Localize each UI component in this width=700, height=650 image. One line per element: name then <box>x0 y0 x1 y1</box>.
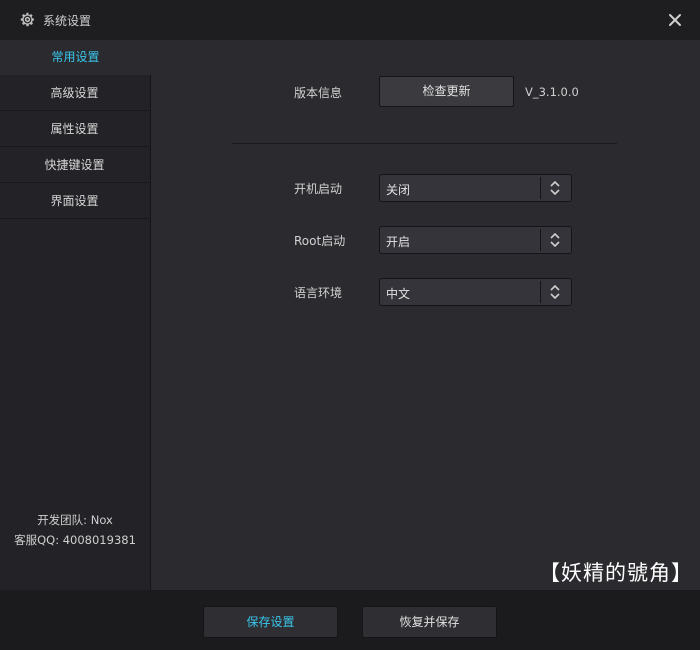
support-qq-text: 客服QQ: 4008019381 <box>14 533 136 547</box>
sidebar-item-label: 高级设置 <box>50 86 99 100</box>
dev-team-text: 开发团队: Nox <box>37 513 113 527</box>
chevron-updown-icon <box>550 232 560 248</box>
boot-start-value: 关闭 <box>386 183 411 197</box>
boot-start-select[interactable]: 关闭 <box>379 174 572 202</box>
root-start-value: 开启 <box>386 235 411 249</box>
watermark-text: 【妖精的號角】 <box>539 561 693 585</box>
sidebar: 常用设置 高级设置 属性设置 快捷键设置 界面设置 开发团队: Nox 客服QQ… <box>0 40 151 590</box>
select-divider <box>540 229 541 251</box>
window-title: 系统设置 <box>43 14 92 28</box>
version-value: V_3.1.0.0 <box>525 85 579 99</box>
sidebar-item-advanced[interactable]: 高级设置 <box>0 76 149 111</box>
title-bar: 系统设置 <box>0 0 700 40</box>
language-label: 语言环境 <box>294 286 343 300</box>
sidebar-item-label: 界面设置 <box>50 194 99 208</box>
sidebar-item-label: 常用设置 <box>51 50 100 64</box>
close-icon[interactable] <box>668 13 682 27</box>
version-info-label: 版本信息 <box>294 86 343 100</box>
sidebar-item-interface[interactable]: 界面设置 <box>0 184 149 219</box>
divider <box>232 143 617 144</box>
gear-icon <box>20 12 35 27</box>
language-value: 中文 <box>386 287 411 301</box>
settings-panel: 版本信息 检查更新 V_3.1.0.0 开机启动 关闭 Root启动 开启 语言… <box>151 40 700 590</box>
boot-start-label: 开机启动 <box>294 182 343 196</box>
sidebar-item-label: 快捷键设置 <box>44 158 105 172</box>
sidebar-item-label: 属性设置 <box>50 122 99 136</box>
language-select[interactable]: 中文 <box>379 278 572 306</box>
sidebar-item-shortcuts[interactable]: 快捷键设置 <box>0 148 149 183</box>
select-divider <box>540 281 541 303</box>
chevron-updown-icon <box>550 284 560 300</box>
sidebar-item-properties[interactable]: 属性设置 <box>0 112 149 147</box>
footer-bar: 保存设置 恢复并保存 <box>0 590 700 650</box>
select-divider <box>540 177 541 199</box>
check-update-button[interactable]: 检查更新 <box>379 76 514 107</box>
sidebar-item-general[interactable]: 常用设置 <box>0 40 151 75</box>
save-settings-button[interactable]: 保存设置 <box>203 606 338 638</box>
chevron-updown-icon <box>550 180 560 196</box>
restore-and-save-button[interactable]: 恢复并保存 <box>362 606 497 638</box>
root-start-select[interactable]: 开启 <box>379 226 572 254</box>
root-start-label: Root启动 <box>294 234 346 248</box>
